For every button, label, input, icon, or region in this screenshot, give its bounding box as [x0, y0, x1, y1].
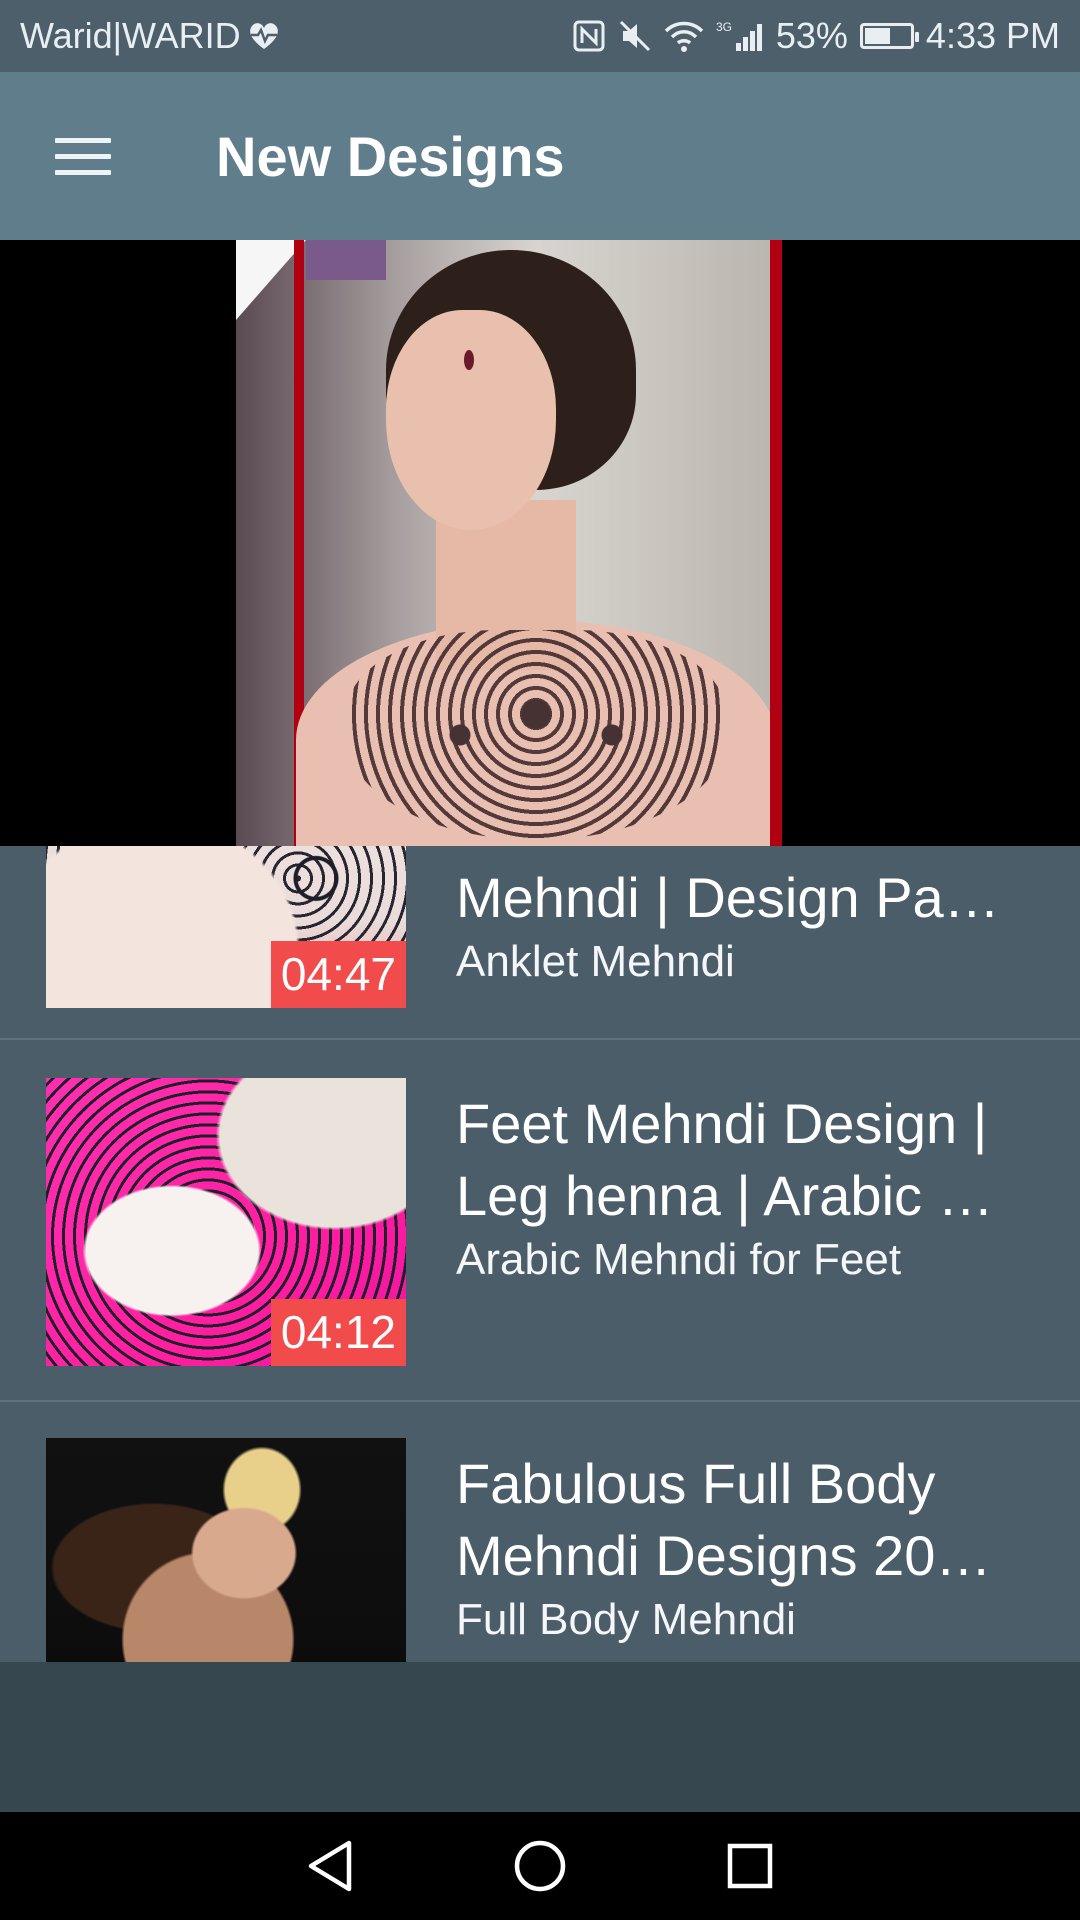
video-title: Mehndi | Design Pa… [456, 866, 1000, 929]
wifi-icon [664, 19, 704, 53]
battery-icon [859, 23, 919, 49]
status-right: 3G 53% 4:33 PM [572, 15, 1060, 57]
carrier-label: Warid|WARID [20, 15, 241, 56]
video-list[interactable]: 04:47 Mehndi | Design Pa… Anklet Mehndi … [0, 846, 1080, 1662]
video-title: Feet Mehndi Design | Leg henna | Arabic … [456, 1092, 994, 1227]
network-type-label: 3G [716, 20, 732, 34]
video-text: Mehndi | Design Pa… Anklet Mehndi [456, 862, 1036, 990]
menu-bar-line [55, 169, 111, 175]
frame-border [770, 240, 782, 846]
video-title: Fabulous Full Body Mehndi Designs 20… [456, 1452, 992, 1587]
clock: 4:33 PM [925, 15, 1060, 56]
battery-fill [864, 28, 891, 44]
mute-icon [618, 19, 652, 53]
duration-badge: 04:12 [270, 1299, 406, 1366]
video-list-item[interactable]: Fabulous Full Body Mehndi Designs 20… Fu… [0, 1402, 1080, 1662]
recents-square-icon[interactable] [720, 1836, 780, 1896]
home-circle-icon[interactable] [510, 1836, 570, 1896]
video-thumbnail: 04:12 [46, 1078, 406, 1366]
signal-icon: 3G [716, 19, 764, 53]
app-bar: New Designs [0, 72, 1080, 240]
frame-decoration [306, 240, 386, 280]
video-subtitle: Arabic Mehndi for Feet [456, 1235, 902, 1284]
duration-badge: 04:47 [270, 941, 406, 1008]
portrait-bindi [464, 350, 474, 370]
portrait-face [386, 310, 556, 530]
hamburger-menu-icon[interactable] [38, 111, 128, 201]
video-thumbnail [46, 1438, 406, 1662]
status-left: Warid|WARID [20, 15, 281, 57]
nfc-icon [572, 19, 606, 53]
video-list-item[interactable]: 04:47 Mehndi | Design Pa… Anklet Mehndi [0, 846, 1080, 1040]
status-bar: Warid|WARID 3G 53% 4:33 PM [0, 0, 1080, 72]
video-text: Feet Mehndi Design | Leg henna | Arabic … [456, 1088, 1036, 1288]
bottom-banner-area [0, 1662, 1080, 1812]
back-triangle-icon[interactable] [300, 1836, 360, 1896]
video-subtitle: Full Body Mehndi [456, 1595, 796, 1644]
video-player[interactable] [0, 240, 1080, 846]
page-title: New Designs [216, 124, 565, 188]
video-text: Fabulous Full Body Mehndi Designs 20… Fu… [456, 1448, 1036, 1648]
heart-monitor-icon [247, 21, 281, 51]
henna-pattern [346, 630, 726, 840]
video-thumbnail: 04:47 [46, 846, 406, 1008]
battery-percent: 53% [775, 15, 848, 56]
video-subtitle: Anklet Mehndi [456, 937, 735, 986]
menu-bar-line [55, 153, 111, 159]
thumbnail-image [46, 1438, 406, 1662]
menu-bar-line [55, 137, 111, 143]
system-nav-bar [0, 1812, 1080, 1920]
video-list-item[interactable]: 04:12 Feet Mehndi Design | Leg henna | A… [0, 1042, 1080, 1402]
video-frame [236, 240, 782, 846]
